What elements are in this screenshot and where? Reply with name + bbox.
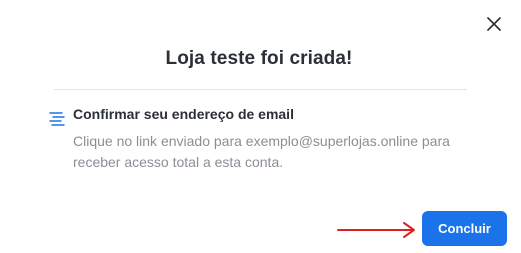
close-icon [487, 17, 501, 31]
store-created-dialog: Loja teste foi criada! Confirmar seu end… [0, 0, 521, 253]
email-lines-icon [49, 112, 65, 126]
dialog-title: Loja teste foi criada! [165, 48, 353, 69]
step-description: Clique no link enviado para exemplo@supe… [73, 133, 450, 170]
red-arrow-icon [337, 222, 415, 238]
concluir-button[interactable]: Concluir [422, 211, 507, 246]
close-button[interactable] [484, 14, 504, 34]
divider [54, 89, 467, 90]
step-heading: Confirmar seu endereço de email [73, 106, 294, 122]
